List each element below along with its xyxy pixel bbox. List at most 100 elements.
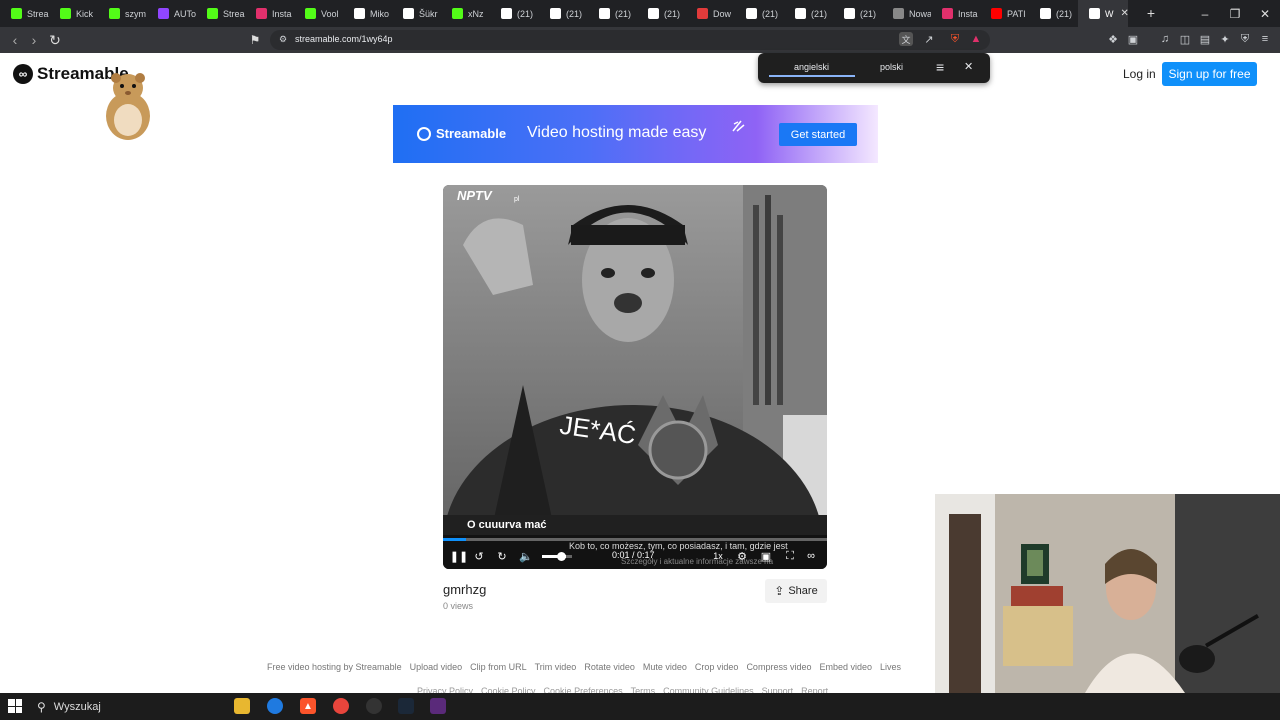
tiktok-icon [354, 8, 365, 19]
browser-tab[interactable]: Strea [196, 0, 245, 27]
browser-tab[interactable]: W ✕ [1078, 0, 1128, 27]
x-icon [550, 8, 561, 19]
playback-speed[interactable]: 1x [710, 548, 726, 564]
footer-links: Free video hosting by Streamable Upload v… [267, 662, 901, 672]
picture-in-picture-icon[interactable]: ▣ [758, 548, 774, 564]
pause-icon[interactable]: ❚❚ [450, 548, 468, 564]
sidebar-icon[interactable]: ◫ [1178, 32, 1192, 46]
kick-icon [305, 8, 316, 19]
share-label: Share [788, 585, 818, 597]
browser-tab[interactable]: xNz [441, 0, 490, 27]
video-title: gmrhzg [443, 582, 487, 597]
browser-tab-label: AUTo [174, 8, 196, 19]
screenshot-icon[interactable]: ▣ [1126, 32, 1140, 46]
browser-tab[interactable]: (21) [833, 0, 882, 27]
browser-tab[interactable]: Insta [931, 0, 980, 27]
minimize-icon[interactable]: – [1190, 0, 1220, 27]
close-window-icon[interactable]: ✕ [1250, 0, 1280, 27]
brave-shield-icon[interactable]: ⛨ [948, 32, 962, 46]
steam-icon[interactable] [398, 698, 414, 714]
footer-link[interactable]: Trim video [535, 662, 577, 672]
app-icon[interactable] [430, 698, 446, 714]
signup-button[interactable]: Sign up for free [1162, 62, 1257, 86]
streamable-player-icon[interactable]: ∞ [803, 548, 819, 564]
translate-source-tab[interactable]: angielski [794, 62, 829, 72]
footer-link[interactable]: Embed video [819, 662, 872, 672]
translate-target-tab[interactable]: polski [880, 62, 903, 72]
translate-icon[interactable]: 文 [899, 32, 913, 46]
share-page-icon[interactable]: ↗ [922, 32, 936, 46]
bookmark-icon[interactable]: ⚑ [245, 27, 265, 53]
browser-tab[interactable]: Vool [294, 0, 343, 27]
browser-tab[interactable]: AUTo [147, 0, 196, 27]
login-link[interactable]: Log in [1123, 67, 1156, 81]
back-icon[interactable]: ‹ [5, 27, 25, 53]
rewind-icon[interactable]: ↺ [471, 548, 487, 564]
reload-icon[interactable]: ↻ [45, 27, 65, 53]
windows-start-icon[interactable] [8, 699, 22, 713]
browser-tab-label: Miko [370, 8, 390, 19]
site-settings-icon[interactable]: ⚙ [276, 32, 290, 46]
forward-icon[interactable]: ↻ [494, 548, 510, 564]
search-icon: ⚲ [37, 700, 46, 714]
video-progress-track[interactable] [443, 538, 827, 541]
footer-link[interactable]: Mute video [643, 662, 687, 672]
browser-tab[interactable]: Kick [49, 0, 98, 27]
promo-banner[interactable]: Streamable Video hosting made easy Get s… [393, 105, 878, 163]
share-button[interactable]: ⇪ Share [765, 579, 827, 603]
browser-tab[interactable]: Šükr [392, 0, 441, 27]
browser-tab-label: Šükr [419, 8, 438, 19]
edge-icon[interactable] [267, 698, 283, 714]
video-player[interactable]: NPTV pl JE*AĆ O cuuurva mać Kob to, co m… [443, 185, 827, 569]
footer-link[interactable]: Compress video [746, 662, 811, 672]
browser-tab[interactable]: (21) [784, 0, 833, 27]
wallet-icon[interactable]: ▤ [1198, 32, 1212, 46]
browser-tab[interactable]: (21) [735, 0, 784, 27]
footer-link[interactable]: Crop video [695, 662, 739, 672]
settings-icon[interactable]: ⚙ [734, 548, 750, 564]
file-explorer-icon[interactable] [234, 698, 250, 714]
footer-link[interactable]: Rotate video [584, 662, 635, 672]
browser-tab[interactable]: Insta [245, 0, 294, 27]
brave-rewards-icon[interactable]: ▲ [969, 32, 983, 46]
url-text[interactable]: streamable.com/1wy64p [295, 34, 393, 44]
translate-options-icon[interactable]: ≡ [936, 59, 944, 75]
browser-tab[interactable]: (21) [490, 0, 539, 27]
footer-link[interactable]: Lives [880, 662, 901, 672]
browser-tab-label: (21) [811, 8, 828, 19]
chrome-icon[interactable] [333, 698, 349, 714]
taskbar-search[interactable]: ⚲ Wyszukaj [37, 697, 222, 717]
volume-knob[interactable] [557, 552, 566, 561]
browser-tab[interactable]: PATI [980, 0, 1029, 27]
volume-icon[interactable]: 🔈 [518, 548, 534, 564]
menu-icon[interactable]: ≡ [1258, 32, 1272, 46]
obs-icon[interactable] [366, 698, 382, 714]
browser-tab[interactable]: (21) [1029, 0, 1078, 27]
restore-icon[interactable]: ❐ [1220, 0, 1250, 27]
video-lower-third: O cuuurva mać [467, 519, 546, 531]
browser-tab[interactable]: (21) [588, 0, 637, 27]
translate-close-icon[interactable]: ✕ [964, 60, 973, 73]
instagram-icon [942, 8, 953, 19]
share-icon: ⇪ [774, 584, 785, 598]
browser-tab[interactable]: szym [98, 0, 147, 27]
browser-tab[interactable]: Dow [686, 0, 735, 27]
footer-link[interactable]: Upload video [410, 662, 463, 672]
browser-tab[interactable]: Nowa k [882, 0, 931, 27]
browser-tab[interactable]: Miko [343, 0, 392, 27]
new-tab-button[interactable]: + [1143, 5, 1159, 21]
browser-tab[interactable]: (21) [539, 0, 588, 27]
forward-icon[interactable]: › [24, 27, 44, 53]
media-icon[interactable]: ♫ [1158, 32, 1172, 46]
get-started-button[interactable]: Get started [779, 123, 857, 146]
close-tab-icon[interactable]: ✕ [1121, 8, 1129, 19]
browser-tab[interactable]: (21) [637, 0, 686, 27]
footer-link[interactable]: Free video hosting by Streamable [267, 662, 402, 672]
extensions-icon[interactable]: ❖ [1106, 32, 1120, 46]
leo-ai-icon[interactable]: ✦ [1218, 32, 1232, 46]
brave-icon[interactable]: ▲ [300, 698, 316, 714]
browser-tab[interactable]: Strea [0, 0, 49, 27]
footer-link[interactable]: Clip from URL [470, 662, 527, 672]
vpn-icon[interactable]: ⛨ [1238, 32, 1252, 46]
fullscreen-icon[interactable]: ⛶ [782, 548, 798, 564]
